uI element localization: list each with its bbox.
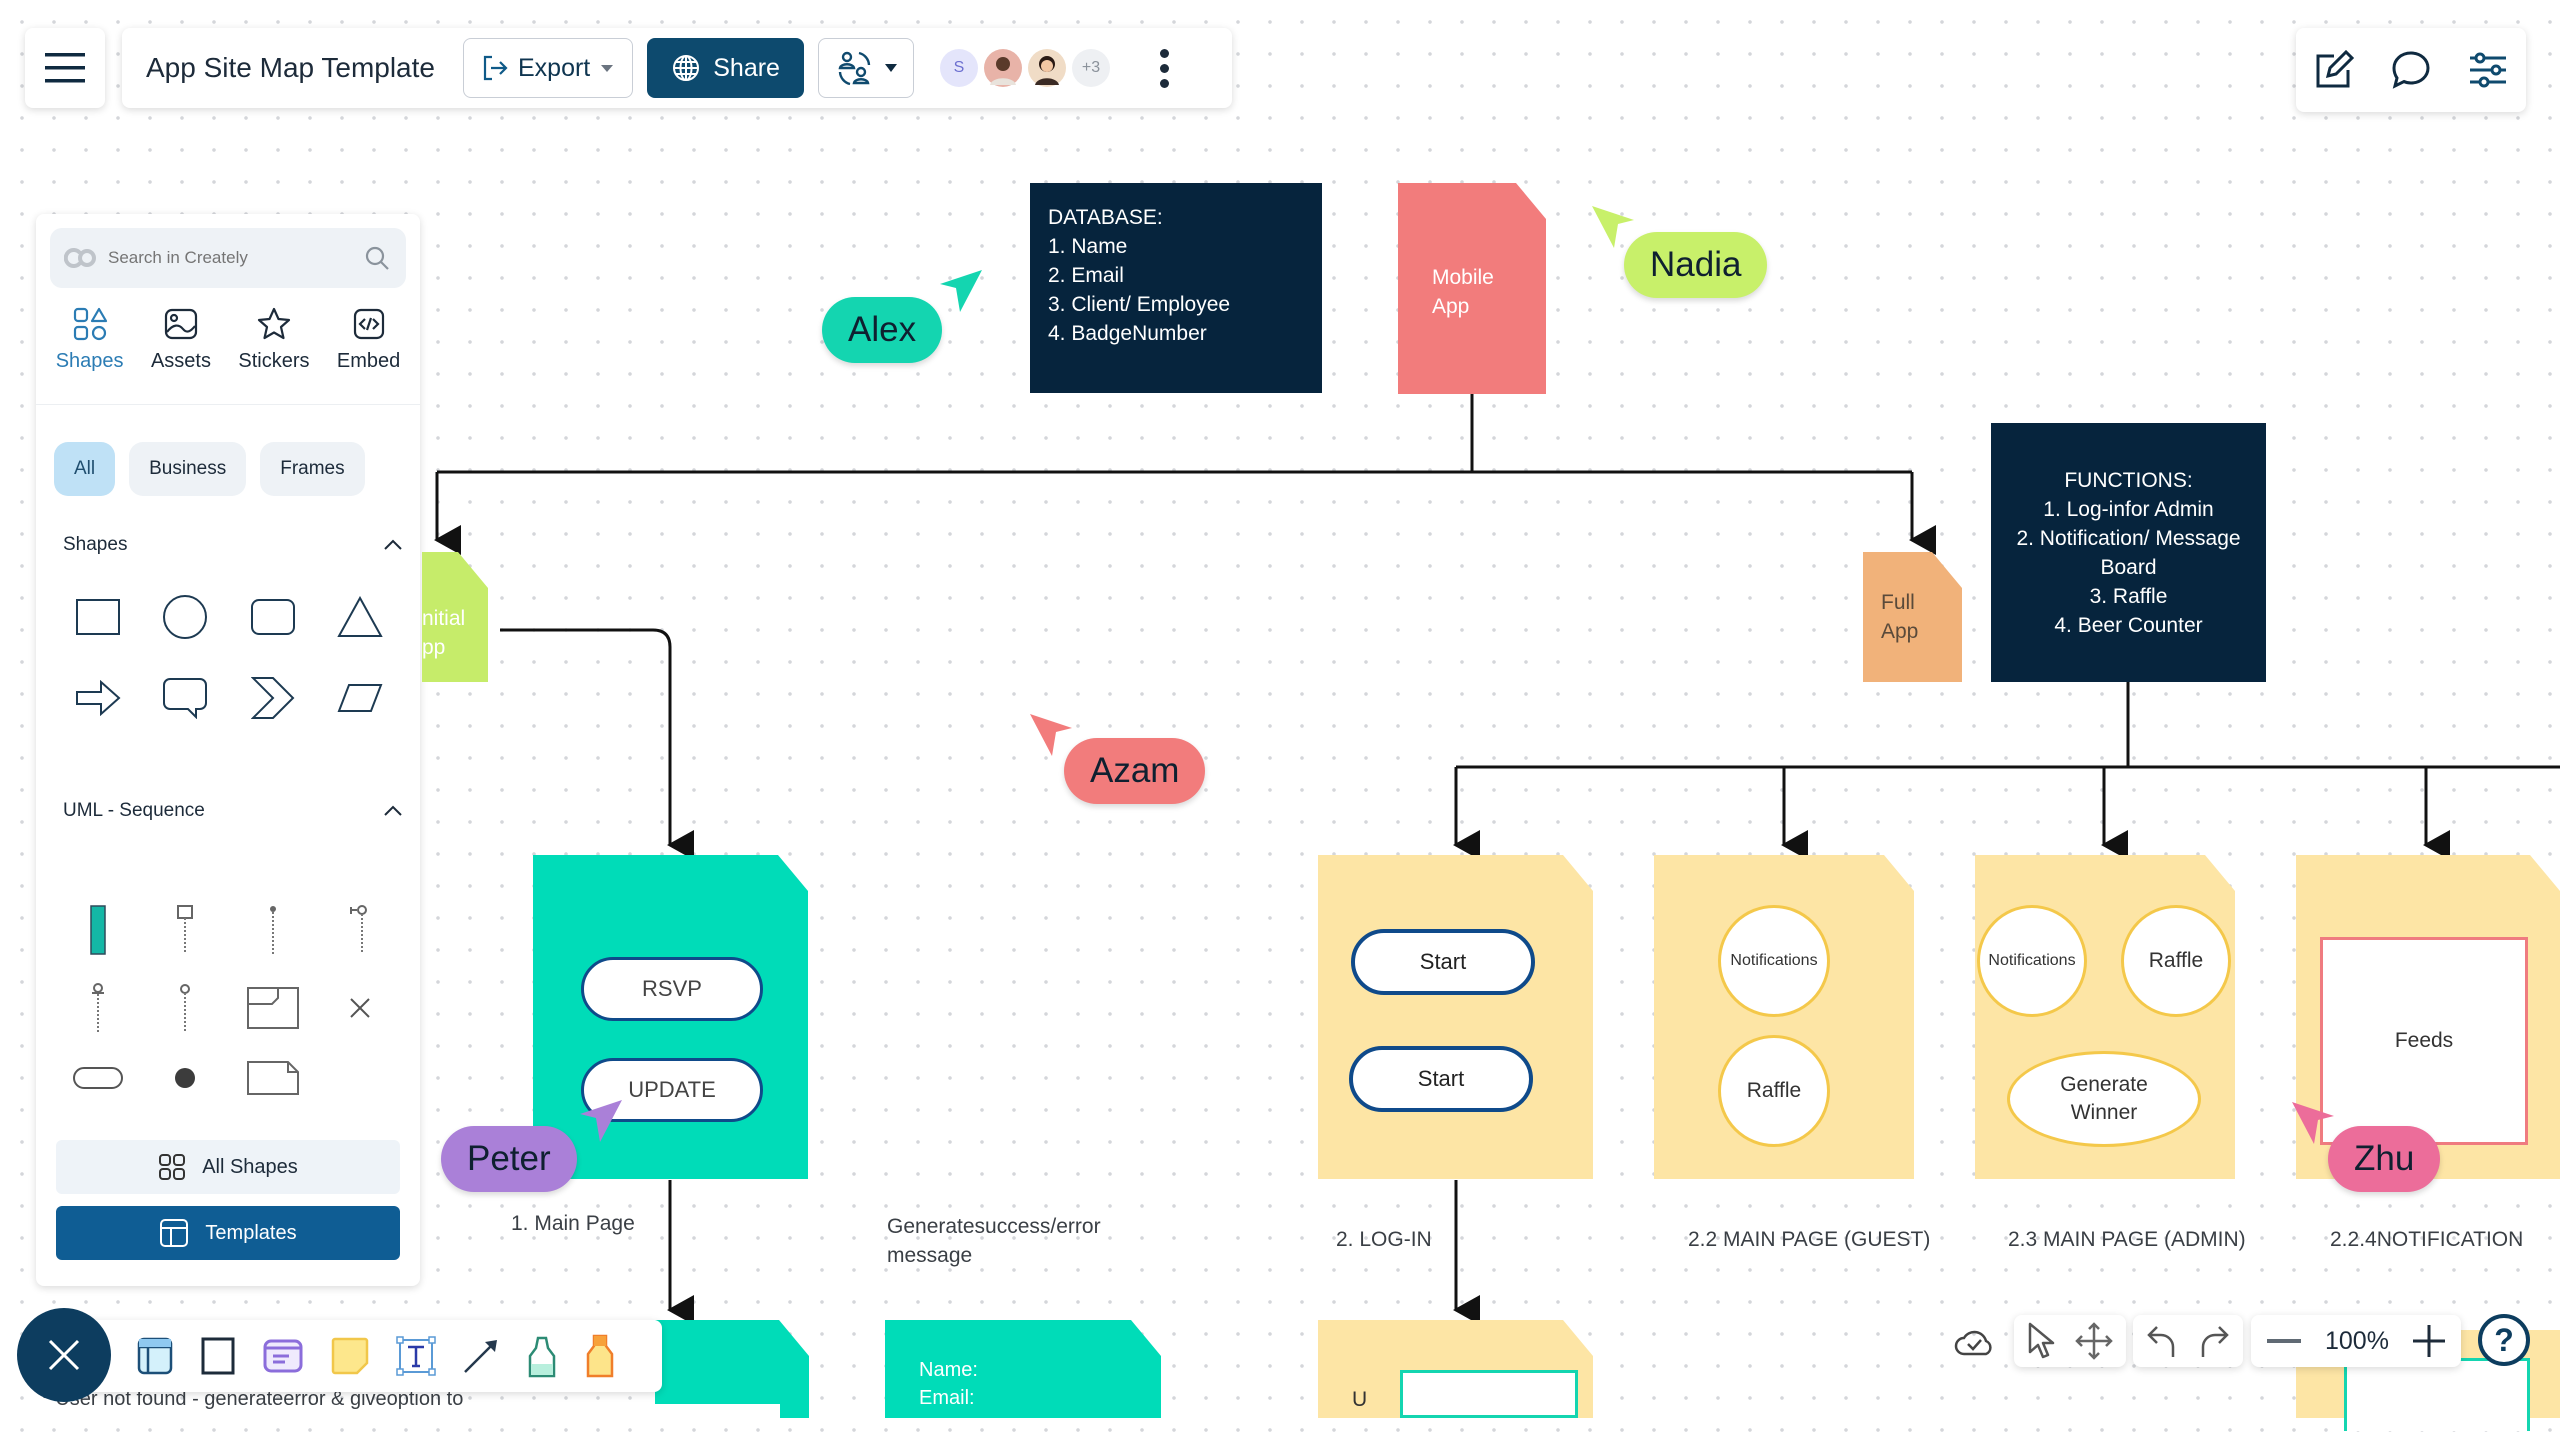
close-icon [48, 1339, 80, 1371]
notifications-ellipse[interactable]: Notifications [1977, 905, 2087, 1017]
cursor-tag-nadia: Nadia [1624, 232, 1768, 298]
zoom-controls: 100% [2251, 1315, 2461, 1367]
main-page-node[interactable]: RSVP UPDATE [533, 855, 808, 1179]
navigation-mode-group [2014, 1315, 2126, 1367]
close-toolbar-button[interactable] [17, 1308, 111, 1402]
generate-message-label: Generatesuccess/error message [887, 1215, 1101, 1267]
user-login-node[interactable]: U [1318, 1320, 1593, 1418]
select-pointer-icon[interactable] [2026, 1321, 2056, 1361]
login-label: 2. LOG-IN [1336, 1228, 1432, 1251]
cursor-tag-peter: Peter [441, 1126, 577, 1192]
cursor-arrow-icon [1030, 714, 1072, 756]
generate-winner-ellipse[interactable]: Generate Winner [2007, 1051, 2201, 1147]
raffle-ellipse[interactable]: Raffle [1718, 1035, 1830, 1147]
mobile-app-node[interactable]: Mobile App [1398, 183, 1546, 394]
full-app-node[interactable]: Full App [1863, 552, 1962, 682]
admin-main-page-node[interactable]: Notifications Raffle Generate Winner [1975, 855, 2235, 1179]
connector-arrow-tool-icon[interactable] [462, 1337, 500, 1375]
main-page-label: 1. Main Page [511, 1212, 635, 1235]
question-mark-icon: ? [2494, 1321, 2514, 1358]
connector [500, 628, 694, 860]
cursor-arrow-icon [2292, 1102, 2334, 1144]
rectangle-tool-icon[interactable] [200, 1336, 236, 1376]
highlighter-tool-icon[interactable] [584, 1334, 616, 1378]
functions-box[interactable]: FUNCTIONS: 1. Log-infor Admin 2. Notific… [1991, 423, 2266, 682]
start-button-shape[interactable]: Start [1351, 929, 1535, 995]
admin-page-label: 2.3 MAIN PAGE (ADMIN) [2008, 1228, 2246, 1251]
cursor-tag-azam: Azam [1064, 738, 1206, 804]
partial-page-node[interactable]: Email [655, 1320, 809, 1418]
pen-tool-icon[interactable] [526, 1334, 558, 1378]
cursor-tag-zhu: Zhu [2328, 1126, 2441, 1192]
cloud-saved-icon[interactable] [1954, 1324, 1994, 1358]
user-form-node[interactable]: Name: Email: [885, 1320, 1161, 1418]
rsvp-button-shape[interactable]: RSVP [581, 957, 763, 1021]
notifications-ellipse[interactable]: Notifications [1718, 905, 1830, 1017]
redo-icon[interactable] [2197, 1323, 2231, 1359]
notification-page-label: 2.2.4NOTIFICATION [2330, 1228, 2524, 1251]
cursor-arrow-icon [940, 270, 982, 312]
pan-move-icon[interactable] [2074, 1321, 2114, 1361]
login-page-node[interactable]: Start Start [1318, 855, 1593, 1179]
guest-page-label: 2.2 MAIN PAGE (GUEST) [1688, 1228, 1931, 1251]
username-field-shape [1400, 1370, 1578, 1418]
database-box[interactable]: DATABASE: 1. Name 2. Email 3. Client/ Em… [1030, 183, 1322, 393]
guest-main-page-node[interactable]: Notifications Raffle [1654, 855, 1914, 1179]
quick-tools-bar [56, 1320, 662, 1392]
zoom-level[interactable]: 100% [2325, 1327, 2389, 1356]
cursor-tag-alex: Alex [822, 297, 943, 363]
feeds-box[interactable]: Feeds [2320, 937, 2528, 1145]
zoom-in-icon[interactable] [2412, 1325, 2445, 1357]
start-button-shape[interactable]: Start [1349, 1046, 1533, 1112]
text-tool-icon[interactable] [396, 1336, 436, 1376]
raffle-ellipse[interactable]: Raffle [2121, 905, 2231, 1017]
card-tool-icon[interactable] [262, 1338, 304, 1374]
help-button[interactable]: ? [2478, 1314, 2530, 1366]
cursor-arrow-icon [1592, 206, 1634, 248]
sticky-note-tool-icon[interactable] [330, 1336, 370, 1376]
undo-icon[interactable] [2145, 1323, 2179, 1359]
cursor-arrow-icon [580, 1100, 622, 1142]
zoom-out-icon[interactable] [2267, 1338, 2301, 1344]
field-shape [2344, 1358, 2530, 1431]
frame-tool-icon[interactable] [136, 1336, 174, 1376]
history-group [2133, 1315, 2243, 1367]
